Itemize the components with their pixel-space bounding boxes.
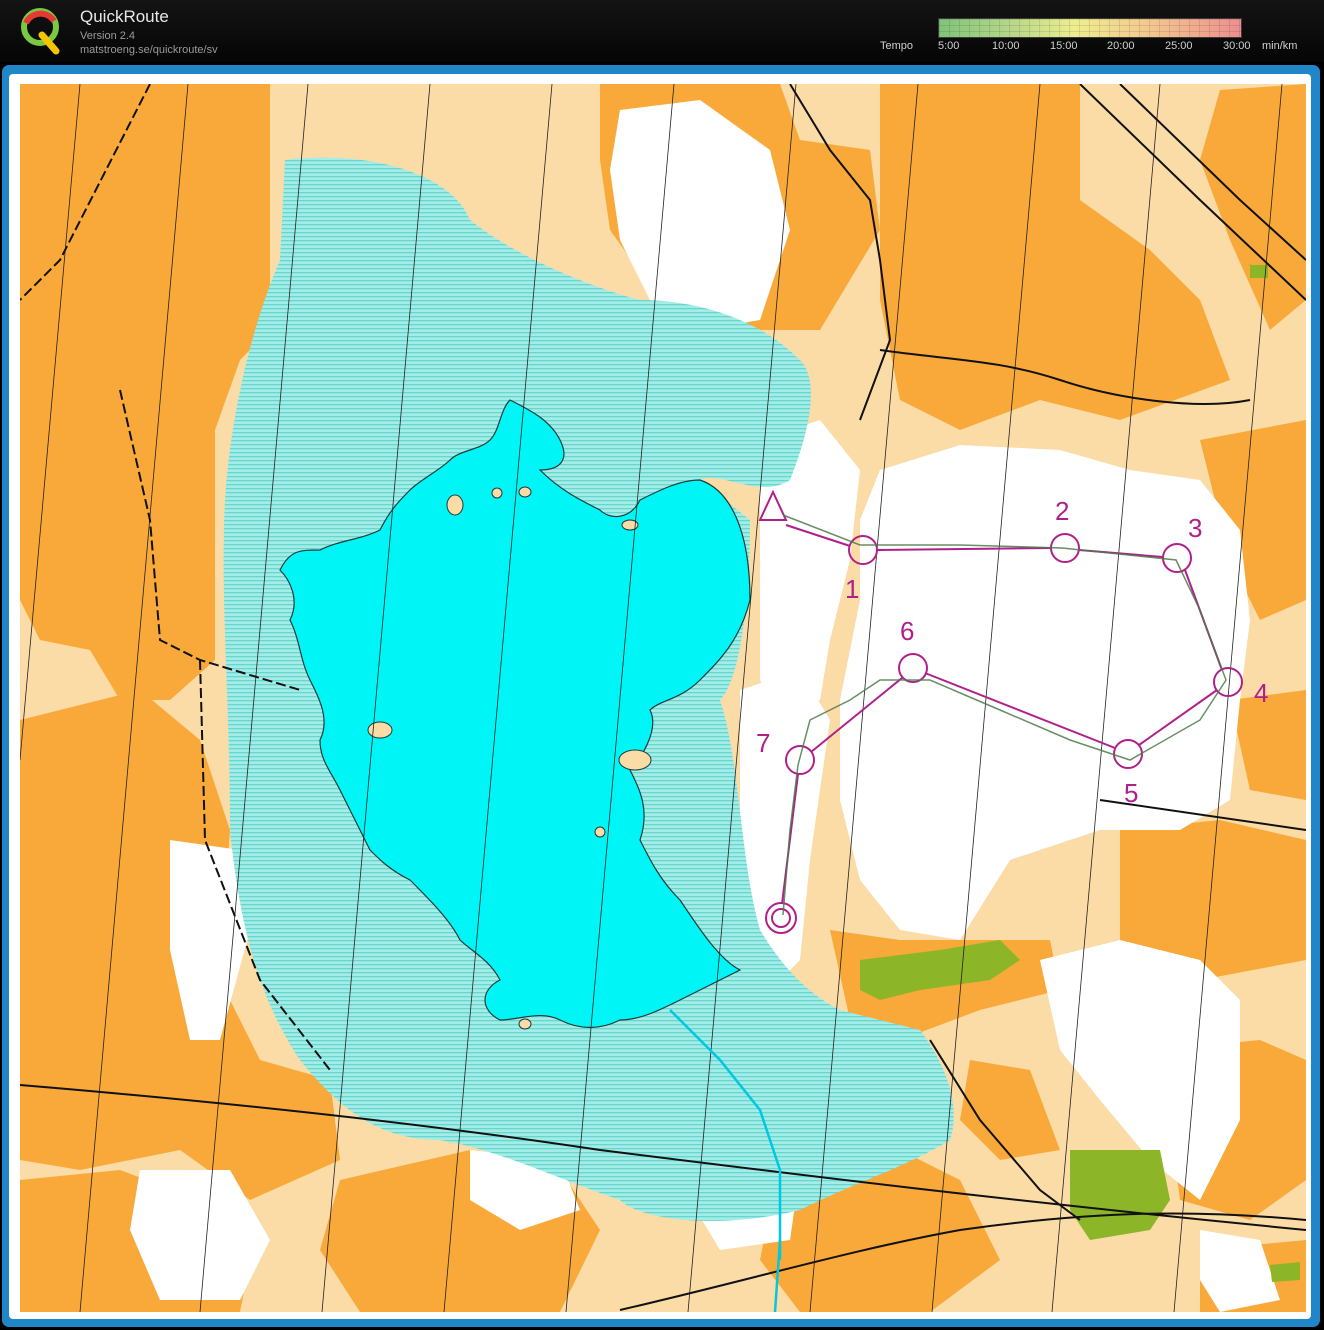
tempo-tick: 25:00 [1165, 40, 1193, 52]
control-number: 7 [756, 728, 770, 758]
app-title: QuickRoute [80, 7, 169, 26]
tempo-label: Tempo [880, 40, 914, 52]
tempo-unit: min/km [1262, 40, 1298, 52]
control-number: 6 [900, 616, 914, 646]
control-number: 4 [1254, 678, 1268, 708]
control-number: 2 [1055, 496, 1069, 526]
app-version: Version 2.4 [80, 30, 136, 42]
orienteering-map[interactable]: 1 2 3 4 5 6 7 [20, 84, 1306, 1312]
tempo-tick: 15:00 [1050, 40, 1078, 52]
quickroute-logo-icon [21, 8, 60, 55]
tempo-color-scale [938, 18, 1242, 38]
tempo-tick: 30:00 [1223, 40, 1251, 52]
app-url[interactable]: matstroeng.se/quickroute/sv [80, 44, 218, 56]
control-number: 5 [1124, 778, 1138, 808]
control-number: 3 [1188, 513, 1202, 543]
tempo-tick: 10:00 [992, 40, 1020, 52]
tempo-tick: 20:00 [1107, 40, 1135, 52]
tempo-tick: 5:00 [938, 40, 960, 52]
title-bar: QuickRoute Version 2.4 matstroeng.se/qui… [0, 0, 1324, 62]
control-number: 1 [845, 574, 859, 604]
